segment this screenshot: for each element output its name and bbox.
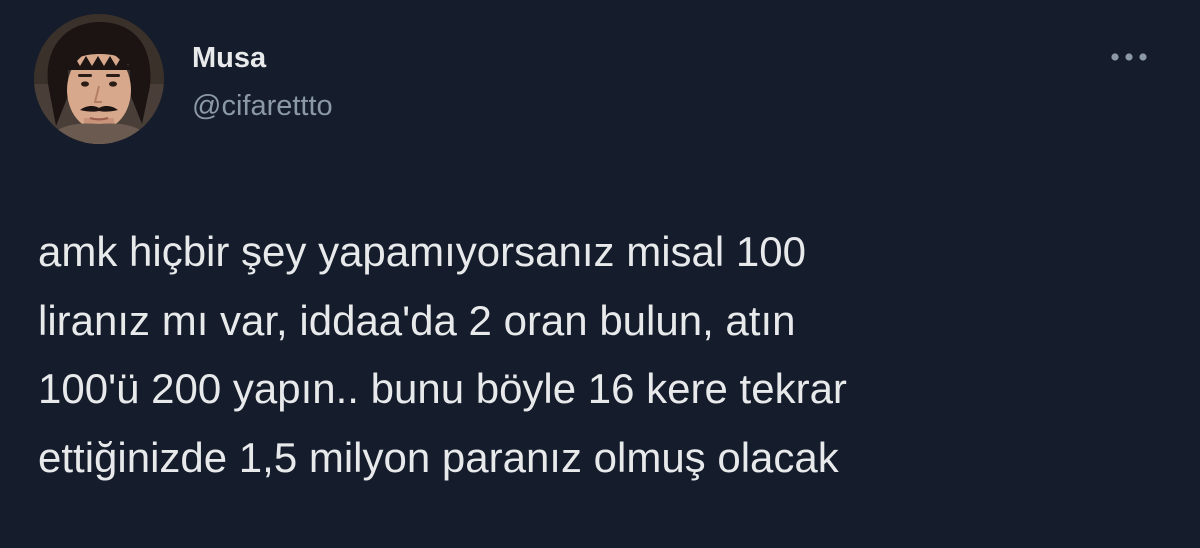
author-display-name[interactable]: Musa [192,40,266,76]
tweet-card: Musa @cifarettto amk hiçbir şey yapamıyo… [0,0,1200,548]
tweet-text: amk hiçbir şey yapamıyorsanız misal 100 … [38,218,1168,492]
author-handle[interactable]: @cifarettto [192,88,333,124]
more-horizontal-icon [1111,53,1147,61]
avatar[interactable] [34,14,164,144]
profile-photo-icon [34,14,164,144]
tweet-text-line: ettiğinizde 1,5 milyon paranız olmuş ola… [38,433,839,481]
tweet-text-line: liranız mı var, iddaa'da 2 oran bulun, a… [38,296,796,344]
tweet-text-line: 100'ü 200 yapın.. bunu böyle 16 kere tek… [38,365,847,412]
tweet-text-line: amk hiçbir şey yapamıyorsanız misal 100 [38,228,806,275]
more-options-button[interactable] [1106,44,1152,70]
